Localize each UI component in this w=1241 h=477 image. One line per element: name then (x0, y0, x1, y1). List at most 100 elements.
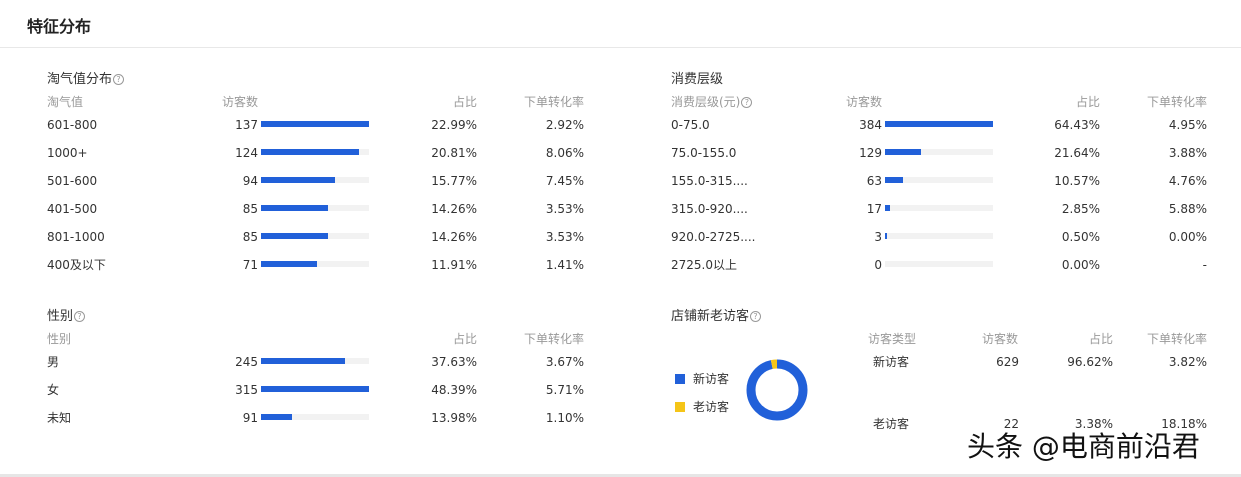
row-share: 13.98% (431, 411, 477, 425)
header-share[interactable]: 占比 (453, 93, 477, 111)
header-taoqi[interactable]: 淘气值 (47, 93, 83, 111)
bar-track (261, 358, 369, 364)
row-visitor-count: 91 (242, 411, 258, 425)
row-visitor-count: 384 (859, 118, 882, 132)
row-conversion: 2.92% (545, 118, 584, 132)
bar-fill (261, 233, 328, 239)
taoqi-title: 淘气值分布? (47, 71, 587, 89)
bar-fill (261, 261, 317, 267)
row-share: 37.63% (431, 355, 477, 369)
row-conversion: 7.45% (545, 174, 584, 188)
row-visitor-count: 315 (235, 383, 258, 397)
header-conversion[interactable]: 下单转化率 (524, 330, 584, 348)
header-conversion[interactable]: 下单转化率 (1147, 330, 1207, 348)
bar-fill (261, 121, 369, 127)
bar-fill (885, 233, 887, 239)
bar-track (261, 414, 369, 420)
row-share: 15.77% (431, 174, 477, 188)
row-conversion: 0.00% (1168, 230, 1207, 244)
bar-fill (261, 386, 369, 392)
row-conversion: 8.06% (545, 146, 584, 160)
help-icon[interactable]: ? (113, 74, 125, 85)
row-visitor-count: 71 (242, 258, 258, 272)
row-label: 75.0-155.0 (671, 146, 737, 160)
row-share: 21.64% (1054, 146, 1100, 160)
row-visitor-count: 85 (242, 202, 258, 216)
visitors-title: 店铺新老访客? (671, 308, 1211, 326)
help-icon[interactable]: ? (741, 97, 753, 108)
gender-title: 性别? (47, 308, 587, 326)
bar-fill (261, 414, 293, 420)
gender-table: 性别 占比 下单转化率 男 245 37.63% 3.67% 女 315 48.39% 5.7… (47, 330, 587, 432)
header-conversion[interactable]: 下单转化率 (524, 93, 584, 111)
table-row: 315.0-920.... 17 2.85% 5.88% (671, 195, 1211, 223)
row-visitor-type: 新访客 (873, 355, 910, 369)
row-label: 400及以下 (47, 258, 106, 272)
table-header: 淘气值 访客数 占比 下单转化率 (47, 93, 587, 111)
header-spend-level[interactable]: 消费层级(元)? (671, 93, 753, 111)
bar-fill (885, 205, 890, 211)
row-share: 10.57% (1054, 174, 1100, 188)
row-label: 155.0-315.... (671, 174, 748, 188)
table-row: 601-800 137 22.99% 2.92% (47, 111, 587, 139)
row-conversion: 1.10% (545, 411, 584, 425)
row-share: 14.26% (431, 202, 477, 216)
row-conversion: 3.67% (545, 355, 584, 369)
bar-track (261, 261, 369, 267)
row-visitor-count: 129 (859, 146, 882, 160)
header-share[interactable]: 占比 (1076, 93, 1100, 111)
row-share: 22.99% (431, 118, 477, 132)
row-visitor-type: 老访客 (873, 417, 910, 431)
row-label: 2725.0以上 (671, 258, 737, 272)
row-share: 96.62% (1067, 355, 1113, 369)
help-icon[interactable]: ? (750, 311, 762, 322)
table-header: 消费层级(元)? 访客数 占比 下单转化率 (671, 93, 1211, 111)
bar-fill (885, 121, 993, 127)
row-conversion: 3.88% (1168, 146, 1207, 160)
header-share[interactable]: 占比 (453, 330, 477, 348)
header-visitors[interactable]: 访客数 (846, 93, 882, 111)
header-gender[interactable]: 性别 (47, 330, 71, 348)
row-share: 0.00% (1061, 258, 1100, 272)
row-share: 64.43% (1054, 118, 1100, 132)
table-row: 155.0-315.... 63 10.57% 4.76% (671, 167, 1211, 195)
row-conversion: 5.88% (1168, 202, 1207, 216)
help-icon[interactable]: ? (74, 311, 86, 322)
row-conversion: - (1202, 258, 1207, 272)
header-conversion[interactable]: 下单转化率 (1147, 93, 1207, 111)
row-visitor-count: 85 (242, 230, 258, 244)
table-row: 未知 91 13.98% 1.10% (47, 404, 587, 432)
header-visitors[interactable]: 访客数 (222, 93, 258, 111)
bar-fill (885, 177, 903, 183)
row-visitor-count: 245 (235, 355, 258, 369)
title-divider (0, 47, 1241, 48)
row-conversion: 5.71% (545, 383, 584, 397)
row-conversion: 3.53% (545, 202, 584, 216)
header-visitor-type[interactable]: 访客类型 (868, 330, 916, 348)
row-visitor-count: 17 (866, 202, 882, 216)
row-share: 48.39% (431, 383, 477, 397)
table-header: 性别 占比 下单转化率 (47, 330, 587, 348)
bar-fill (261, 149, 359, 155)
bar-track (885, 233, 993, 239)
bar-fill (261, 177, 336, 183)
bar-fill (885, 149, 922, 155)
row-label: 401-500 (47, 202, 98, 216)
table-row: 400及以下 71 11.91% 1.41% (47, 251, 587, 279)
table-header: 访客类型 访客数 占比 下单转化率 (671, 330, 1211, 348)
row-visitor-count: 63 (866, 174, 882, 188)
header-visitors[interactable]: 访客数 (982, 330, 1018, 348)
row-label: 未知 (47, 411, 72, 425)
taoqi-table: 淘气值 访客数 占比 下单转化率 601-800 137 22.99% 2.92% 10… (47, 93, 587, 279)
row-label: 315.0-920.... (671, 202, 748, 216)
row-label: 920.0-2725.... (671, 230, 756, 244)
row-label: 601-800 (47, 118, 98, 132)
row-label: 0-75.0 (671, 118, 710, 132)
header-share[interactable]: 占比 (1089, 330, 1113, 348)
table-row: 2725.0以上 0 0.00% - (671, 251, 1211, 279)
spend-title: 消费层级 (671, 72, 724, 87)
table-row: 新访客 629 96.62% 3.82% (671, 348, 1211, 393)
watermark: 头条 @电商前沿君 (967, 430, 1200, 463)
page-title: 特征分布 (27, 17, 92, 36)
row-visitor-count: 0 (874, 258, 882, 272)
